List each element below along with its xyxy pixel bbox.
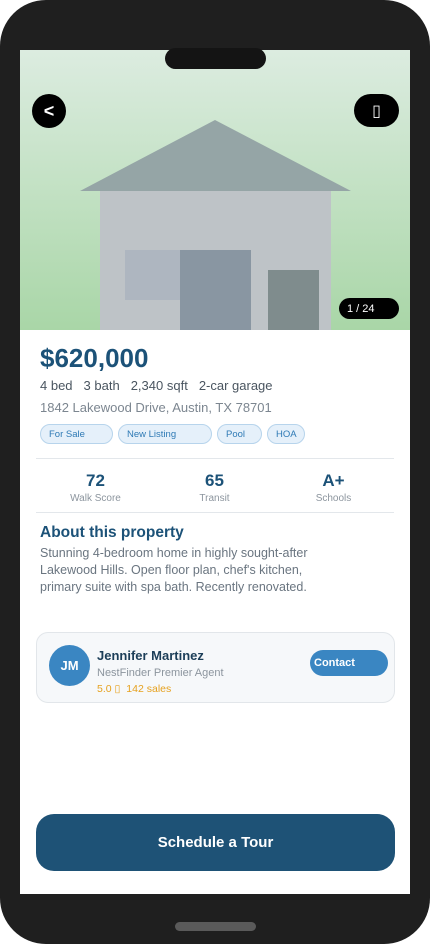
house-window [125,250,181,300]
agent-card[interactable]: JM Jennifer Martinez NestFinder Premier … [36,632,395,703]
schedule-tour-button[interactable]: Schedule a Tour [36,814,395,871]
share-icon: ▯ [372,102,381,120]
agent-name: Jennifer Martinez [97,648,204,663]
score-label: Walk Score [70,493,121,504]
score-schools: A+ Schools [274,470,393,510]
spec-baths: 3 bath [83,378,120,393]
spec-sqft: 2,340 sqft [130,378,188,393]
house-illustration [80,120,351,330]
score-value: 72 [86,471,105,490]
share-button[interactable]: ▯ [354,94,399,127]
neighborhood-scores: 72 Walk Score 65 Transit A+ Schools [36,470,394,510]
property-detail-screen: < ▯ 1 / 24 $620,000 4 bed 3 bath 2,340 s… [20,50,410,894]
agent-avatar: JM [49,645,90,686]
listing-tags: For Sale New Listing Pool HOA [40,424,305,444]
home-indicator [175,922,256,931]
property-photo[interactable]: < ▯ 1 / 24 [20,50,410,330]
listing-specs: 4 bed 3 bath 2,340 sqft 2-car garage [40,378,273,393]
agent-sales: 142 sales [126,683,172,695]
score-walk: 72 Walk Score [36,470,155,510]
tag-for-sale: For Sale [40,424,113,444]
about-description: Stunning 4-bedroom home in highly sought… [40,546,308,594]
score-label: Transit [199,493,230,504]
agent-rating: 5.0 ▯ [97,683,121,695]
contact-button[interactable]: Contact [310,650,388,676]
divider-bottom [36,512,394,513]
back-icon: < [43,100,55,121]
camera-notch [165,48,266,69]
tag-pool: Pool [217,424,262,444]
divider-top [36,458,394,459]
score-value: A+ [322,471,345,490]
photo-counter: 1 / 24 [339,298,399,319]
tag-hoa: HOA [267,424,305,444]
house-roof [80,120,351,191]
tag-new-listing: New Listing [118,424,212,444]
back-button[interactable]: < [32,94,66,128]
score-label: Schools [315,493,352,504]
house-door [180,250,251,330]
agent-meta: 5.0 ▯ 142 sales [97,683,171,695]
score-transit: 65 Transit [155,470,274,510]
about-title: About this property [40,524,184,541]
agent-role: NestFinder Premier Agent [97,667,224,679]
listing-price: $620,000 [40,343,149,373]
house-garage [268,270,319,330]
spec-garage: 2-car garage [198,378,273,393]
score-value: 65 [205,471,224,490]
spec-beds: 4 bed [40,378,73,393]
listing-address: 1842 Lakewood Drive, Austin, TX 78701 [40,400,272,415]
